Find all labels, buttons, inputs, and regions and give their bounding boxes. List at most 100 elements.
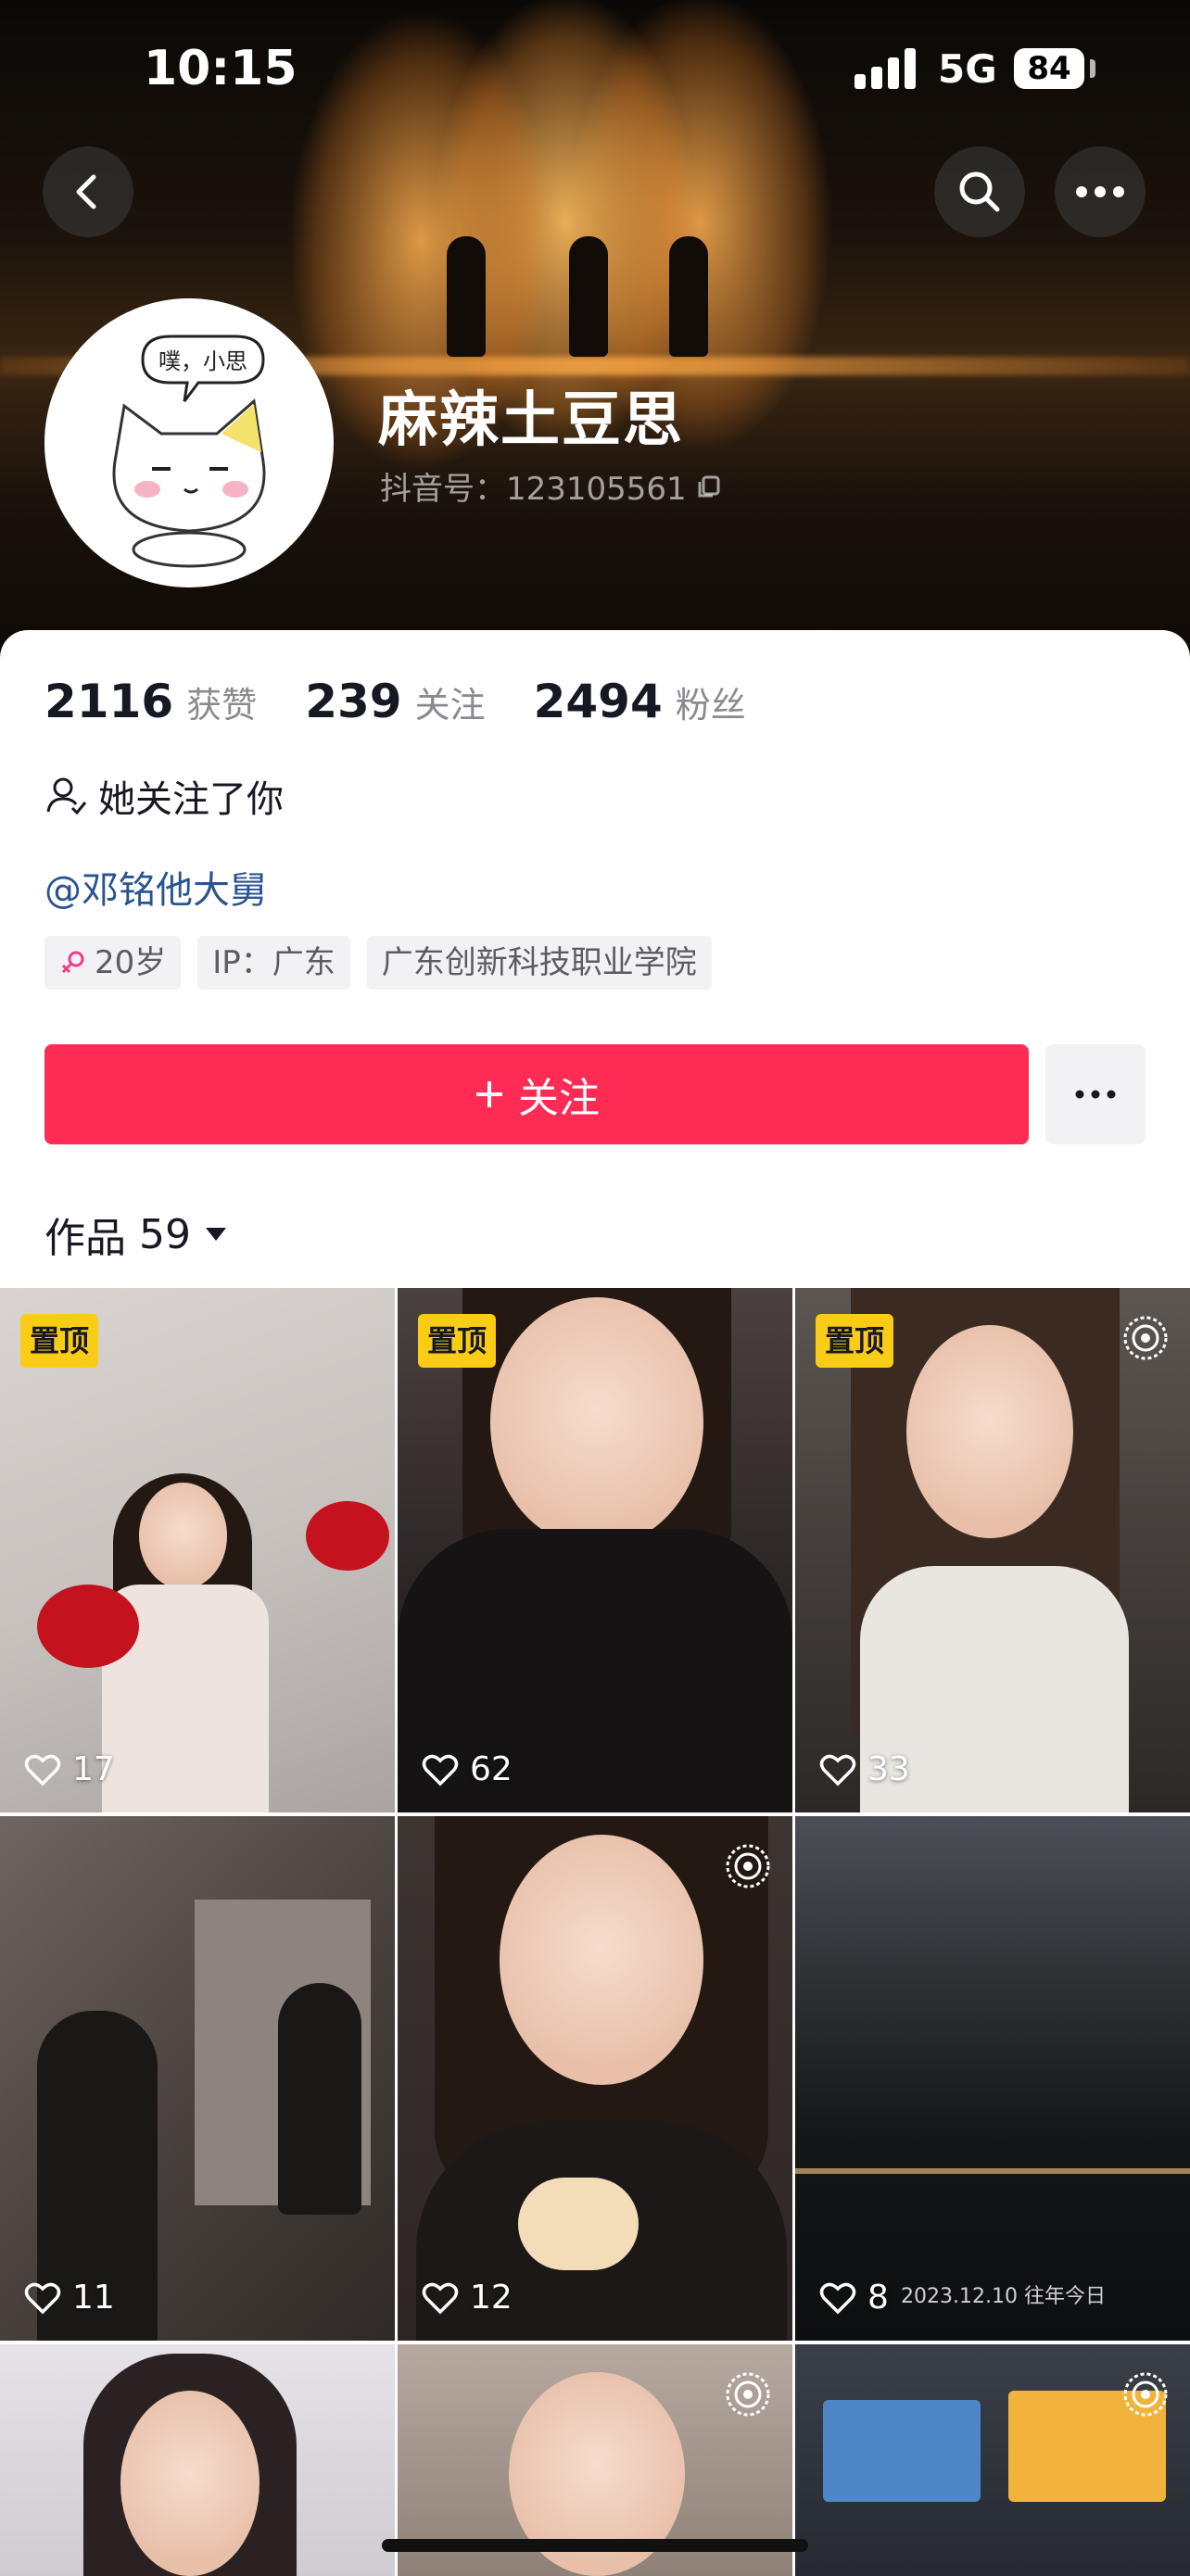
stat-value: 239	[305, 675, 402, 728]
status-time: 10:15	[144, 41, 298, 96]
tag-age: 20岁	[44, 936, 182, 990]
follows-you-text: 她关注了你	[98, 778, 284, 821]
search-button[interactable]	[934, 146, 1025, 237]
back-icon	[76, 174, 96, 209]
tag-school[interactable]: 广东创新科技职业学院	[366, 936, 712, 990]
likes-count: 17	[24, 1750, 115, 1788]
cover-figure	[447, 236, 486, 357]
stat-following[interactable]: 239 关注	[305, 675, 485, 728]
tile-figure-face	[139, 1483, 227, 1589]
status-bar: 10:15 5G 84	[0, 0, 1190, 139]
profile-nickname: 麻辣土豆思	[378, 386, 684, 455]
search-icon	[959, 171, 1000, 212]
mention-link[interactable]: @邓铭他大舅	[44, 860, 267, 914]
likes-value: 33	[867, 1750, 910, 1788]
battery-icon: 84	[1014, 48, 1084, 89]
live-icon	[1123, 2372, 1168, 2417]
tile-figure-face	[490, 1297, 703, 1547]
works-label: 作品	[44, 1215, 126, 1262]
stat-value: 2116	[44, 675, 174, 728]
pinned-badge: 置顶	[20, 1314, 99, 1368]
home-indicator[interactable]	[382, 2539, 808, 2552]
more-actions-button[interactable]	[1045, 1044, 1146, 1144]
video-tile[interactable]: 置顶 33	[795, 1288, 1190, 1812]
likes-count: 33	[819, 1750, 910, 1788]
tile-figure-face	[500, 1835, 703, 2085]
video-tile[interactable]: 8 2023.12.10 往年今日	[795, 1816, 1190, 2341]
video-tile[interactable]	[795, 2344, 1190, 2576]
tile-figure	[278, 1983, 361, 2215]
pinned-badge: 置顶	[816, 1314, 894, 1368]
heart-icon	[24, 2282, 61, 2314]
stat-label: 关注	[414, 685, 486, 726]
likes-value: 12	[470, 2279, 513, 2317]
more-options-button[interactable]	[1055, 146, 1146, 237]
follow-button[interactable]: 关注	[44, 1044, 1029, 1144]
profile-card: 2116 获赞 239 关注 2494 粉丝 她关注了你 @邓铭他大舅 20岁	[0, 630, 1190, 1288]
douyin-id: 抖音号：123105561	[380, 463, 722, 509]
likes-count: 11	[24, 2279, 115, 2317]
dropdown-icon	[206, 1228, 226, 1241]
video-tile[interactable]: 置顶 62	[398, 1288, 792, 1812]
tile-bear-sticker	[518, 2178, 639, 2270]
tile-caption: 2023.12.10 往年今日	[901, 2285, 1106, 2308]
works-tab[interactable]: 作品 59	[44, 1205, 228, 1264]
tag-ip: IP：广东	[197, 936, 350, 990]
stat-label: 获赞	[186, 685, 258, 726]
more-icon	[1076, 186, 1124, 197]
heart-icon	[24, 1754, 61, 1786]
back-button[interactable]	[43, 146, 133, 237]
follows-you-row: 她关注了你	[44, 769, 284, 823]
cover-figure	[569, 236, 608, 357]
tag-ip-text: IP：广东	[212, 944, 335, 981]
copy-icon[interactable]	[696, 474, 722, 499]
follow-button-label: 关注	[518, 1075, 600, 1122]
stat-likes[interactable]: 2116 获赞	[44, 675, 257, 728]
likes-count: 62	[422, 1750, 513, 1788]
likes-value: 17	[72, 1750, 115, 1788]
video-tile[interactable]: 11	[0, 1816, 395, 2341]
avatar[interactable]: 噗，小思	[44, 298, 334, 587]
cover-figure	[669, 236, 708, 357]
stat-value: 2494	[533, 675, 663, 728]
signal-icon	[855, 48, 918, 89]
likes-count: 12	[422, 2279, 513, 2317]
stats-row: 2116 获赞 239 关注 2494 粉丝	[44, 675, 794, 728]
video-tile[interactable]: 置顶 17	[0, 1288, 395, 1812]
stat-followers[interactable]: 2494 粉丝	[534, 675, 746, 728]
tile-figure-face	[906, 1325, 1073, 1538]
works-count: 59	[139, 1210, 191, 1258]
douyin-id-text: 抖音号：123105561	[380, 471, 687, 508]
user-follow-icon	[46, 777, 87, 815]
battery-tip	[1090, 59, 1095, 78]
heart-icon	[422, 2282, 459, 2314]
tag-age-text: 20岁	[95, 944, 167, 981]
tile-roses	[37, 1585, 139, 1668]
more-icon	[1075, 1090, 1116, 1099]
tile-roses	[306, 1501, 389, 1571]
stat-label: 粉丝	[675, 685, 746, 726]
heart-icon	[422, 1754, 459, 1786]
live-icon	[726, 1844, 770, 1888]
likes-value: 8	[867, 2279, 889, 2317]
cat-avatar-illustration: 噗，小思	[112, 335, 266, 568]
profile-tags: 20岁 IP：广东 广东创新科技职业学院	[44, 936, 712, 990]
video-tile[interactable]: 12	[398, 1816, 792, 2341]
tile-night-lights	[795, 2168, 1190, 2174]
likes-count: 8	[819, 2279, 889, 2317]
heart-icon	[819, 2282, 856, 2314]
tag-school-text: 广东创新科技职业学院	[381, 944, 697, 981]
likes-value: 11	[72, 2279, 115, 2317]
heart-icon	[819, 1754, 856, 1786]
tile-figure-face	[120, 2391, 260, 2576]
live-icon	[1123, 1316, 1168, 1360]
network-label: 5G	[938, 46, 997, 92]
plus-icon	[476, 1081, 502, 1107]
tile-monitor	[823, 2400, 981, 2502]
pinned-badge: 置顶	[418, 1314, 497, 1368]
likes-value: 62	[470, 1750, 513, 1788]
video-tile[interactable]	[0, 2344, 395, 2576]
avatar-bubble-text: 噗，小思	[158, 348, 247, 374]
female-icon	[61, 951, 84, 974]
live-icon	[726, 2372, 770, 2417]
